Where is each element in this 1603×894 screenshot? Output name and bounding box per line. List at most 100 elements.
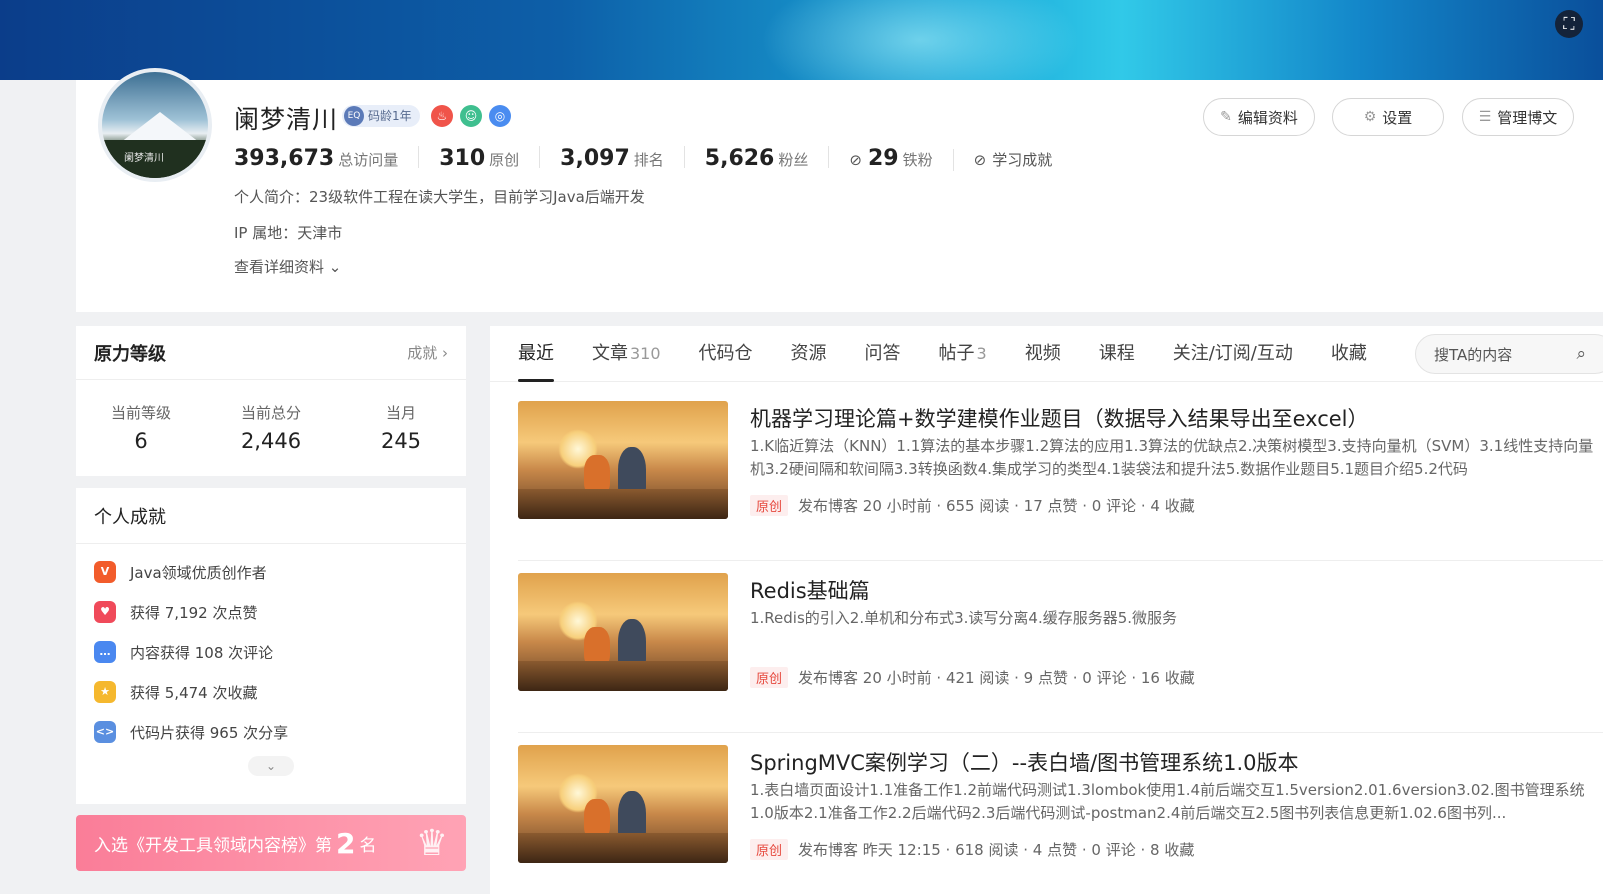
article-title[interactable]: Redis基础篇 — [750, 575, 870, 605]
power-levels: 当前等级 6 当前总分 2,446 当月 245 — [76, 380, 466, 453]
profile-header: 阑梦清川 阑梦清川 EQ 码龄1年 ♨ ☺ ◎ 393,673 总访问量 310… — [76, 68, 1603, 312]
article-thumbnail[interactable] — [518, 573, 728, 691]
stat-visits[interactable]: 393,673 总访问量 — [234, 146, 418, 171]
code-age-icon: EQ — [344, 106, 364, 126]
stat-label: 排名 — [633, 151, 664, 169]
creator-medal-icon[interactable]: ♨ — [431, 105, 453, 127]
article-thumbnail[interactable] — [518, 745, 728, 863]
achievements-title: 个人成就 — [76, 488, 466, 544]
article-meta-text: 发布博客 20 小时前 · 655 阅读 · 17 点赞 · 0 评论 · 4 … — [798, 497, 1195, 515]
article-desc: 1.表白墙页面设计1.1准备工作1.2前端代码测试1.3lombok使用1.4前… — [750, 781, 1585, 822]
view-detail-link[interactable]: 查看详细资料 ⌄ — [234, 256, 341, 277]
tab-favorites[interactable]: 收藏 — [1331, 326, 1367, 382]
code-icon: <> — [94, 721, 116, 743]
level-label: 当前等级 — [110, 404, 171, 422]
tab-recent[interactable]: 最近 — [518, 326, 554, 382]
manage-posts-label: 管理博文 — [1497, 108, 1558, 127]
article-title[interactable]: 机器学习理论篇+数学建模作业题目（数据导入结果导出至excel） — [750, 403, 1369, 433]
tab-code-repo[interactable]: 代码仓 — [699, 326, 753, 382]
rank-number: 2 — [336, 826, 356, 860]
stat-iron-fans[interactable]: ⊘ 29 铁粉 — [828, 146, 952, 171]
article-meta: 原创 发布博客 昨天 12:15 · 618 阅读 · 4 点赞 · 0 评论 … — [750, 839, 1194, 860]
eye-hidden-icon: ⊘ — [973, 151, 987, 169]
community-medal-icon[interactable]: ☺ — [460, 105, 482, 127]
achievements-card: 个人成就 V Java领域优质创作者 ♥ 获得 7,192 次点赞 … 内容获得… — [76, 488, 466, 804]
article-title[interactable]: SpringMVC案例学习（二）--表白墙/图书管理系统1.0版本 — [750, 747, 1299, 777]
article-item[interactable]: Redis基础篇 1.Redis的引入2.单机和分布式3.读写分离4.缓存服务器… — [518, 573, 1603, 733]
level-label: 当前总分 — [240, 404, 301, 422]
tab-videos[interactable]: 视频 — [1025, 326, 1061, 382]
search-icon[interactable]: ⌕ — [1576, 344, 1586, 364]
stat-original[interactable]: 310 原创 — [418, 146, 539, 171]
tab-qa[interactable]: 问答 — [865, 326, 901, 382]
stat-value: 5,626 — [704, 146, 775, 171]
edit-profile-button[interactable]: ✎ 编辑资料 — [1203, 98, 1315, 136]
tab-articles[interactable]: 文章 310 — [592, 326, 661, 382]
settings-button[interactable]: ⚙ 设置 — [1332, 98, 1444, 136]
power-level-title: 原力等级 — [94, 343, 166, 365]
thumb-grass — [518, 833, 728, 863]
tab-follow[interactable]: 关注/订阅/互动 — [1173, 326, 1293, 382]
stat-learning[interactable]: ⊘ 学习成就 — [952, 149, 1073, 171]
code-age-badge[interactable]: EQ 码龄1年 — [342, 105, 420, 127]
tab-resources[interactable]: 资源 — [791, 326, 827, 382]
like-icon: ♥ — [94, 601, 116, 623]
achievement-link[interactable]: 成就 › — [407, 342, 448, 363]
article-item[interactable]: 机器学习理论篇+数学建模作业题目（数据导入结果导出至excel） 1.K临近算法… — [518, 401, 1603, 561]
stat-fans[interactable]: 5,626 粉丝 — [683, 146, 829, 171]
expand-achievements-button[interactable]: ⌄ — [248, 756, 294, 776]
view-detail-label: 查看详细资料 — [234, 258, 325, 276]
rank-prefix: 入选《开发工具领域内容榜》第 — [94, 835, 332, 856]
article-meta-text: 发布博客 昨天 12:15 · 618 阅读 · 4 点赞 · 0 评论 · 8… — [798, 841, 1195, 859]
achievement-text: 获得 5,474 次收藏 — [130, 683, 258, 702]
edit-profile-label: 编辑资料 — [1237, 108, 1298, 127]
level-value: 6 — [134, 429, 148, 453]
achievement-text: Java领域优质创作者 — [130, 563, 267, 582]
article-thumbnail[interactable] — [518, 401, 728, 519]
crown-icon: ♛ — [415, 823, 448, 864]
power-level-header: 原力等级 成就 › — [76, 326, 466, 380]
level-total: 当前总分 2,446 — [216, 402, 326, 453]
tab-count: 310 — [630, 343, 661, 363]
profile-intro: 个人简介：23级软件工程在读大学生，目前学习Java后端开发 — [234, 188, 645, 206]
eye-hidden-icon: ⊘ — [849, 151, 862, 169]
chevron-down-icon: ⌄ — [324, 258, 342, 276]
achievement-item: ★ 获得 5,474 次收藏 — [76, 672, 466, 712]
code-age-label: 码龄1年 — [368, 109, 412, 123]
original-tag: 原创 — [750, 839, 789, 860]
level-value: 2,446 — [240, 429, 302, 453]
comment-icon: … — [94, 641, 116, 663]
tab-label: 帖子 — [938, 342, 975, 364]
stat-value: 29 — [867, 146, 899, 171]
avatar[interactable]: 阑梦清川 — [98, 68, 212, 182]
tab-posts[interactable]: 帖子 3 — [939, 326, 987, 382]
blog-medal-icon[interactable]: ◎ — [489, 105, 511, 127]
thumb-grass — [518, 661, 728, 691]
article-desc: 1.Redis的引入2.单机和分布式3.读写分离4.缓存服务器5.微服务 — [750, 609, 1178, 627]
stat-rank[interactable]: 3,097 排名 — [539, 146, 684, 171]
article-item[interactable]: SpringMVC案例学习（二）--表白墙/图书管理系统1.0版本 1.表白墙页… — [518, 745, 1603, 894]
rank-banner[interactable]: 入选《开发工具领域内容榜》第 2 名 ♛ — [76, 815, 466, 871]
achievement-item: V Java领域优质创作者 — [76, 552, 466, 592]
level-value: 245 — [380, 429, 422, 453]
avatar-signature: 阑梦清川 — [124, 153, 164, 164]
article-meta-text: 发布博客 20 小时前 · 421 阅读 · 9 点赞 · 0 评论 · 16 … — [798, 669, 1195, 687]
rank-suffix: 名 — [359, 835, 377, 856]
tab-courses[interactable]: 课程 — [1099, 326, 1135, 382]
achievement-item: <> 代码片获得 965 次分享 — [76, 712, 466, 752]
article-desc: 1.K临近算法（KNN）1.1算法的基本步骤1.2算法的应用1.3算法的优缺点2… — [750, 437, 1594, 478]
achievement-link-label: 成就 — [407, 344, 438, 362]
achievement-item: ♥ 获得 7,192 次点赞 — [76, 592, 466, 632]
content-tabs: 最近 文章 310 代码仓 资源 问答 帖子 3 视频 课程 关注/订阅/互动 收藏… — [490, 326, 1603, 382]
stat-label: 原创 — [489, 151, 520, 169]
power-level-card: 原力等级 成就 › 当前等级 6 当前总分 2,446 当月 245 — [76, 326, 466, 476]
stat-value: 3,097 — [560, 146, 630, 171]
search-input[interactable]: 搜TA的内容 ⌕ — [1415, 334, 1603, 374]
achievement-item: … 内容获得 108 次评论 — [76, 632, 466, 672]
document-icon: ☰ — [1478, 109, 1492, 125]
manage-posts-button[interactable]: ☰ 管理博文 — [1462, 98, 1574, 136]
search-placeholder: 搜TA的内容 — [1434, 345, 1513, 364]
fullscreen-icon[interactable]: ⛶ — [1555, 10, 1583, 38]
quality-creator-icon: V — [94, 561, 116, 583]
gear-icon: ⚙ — [1363, 109, 1377, 125]
